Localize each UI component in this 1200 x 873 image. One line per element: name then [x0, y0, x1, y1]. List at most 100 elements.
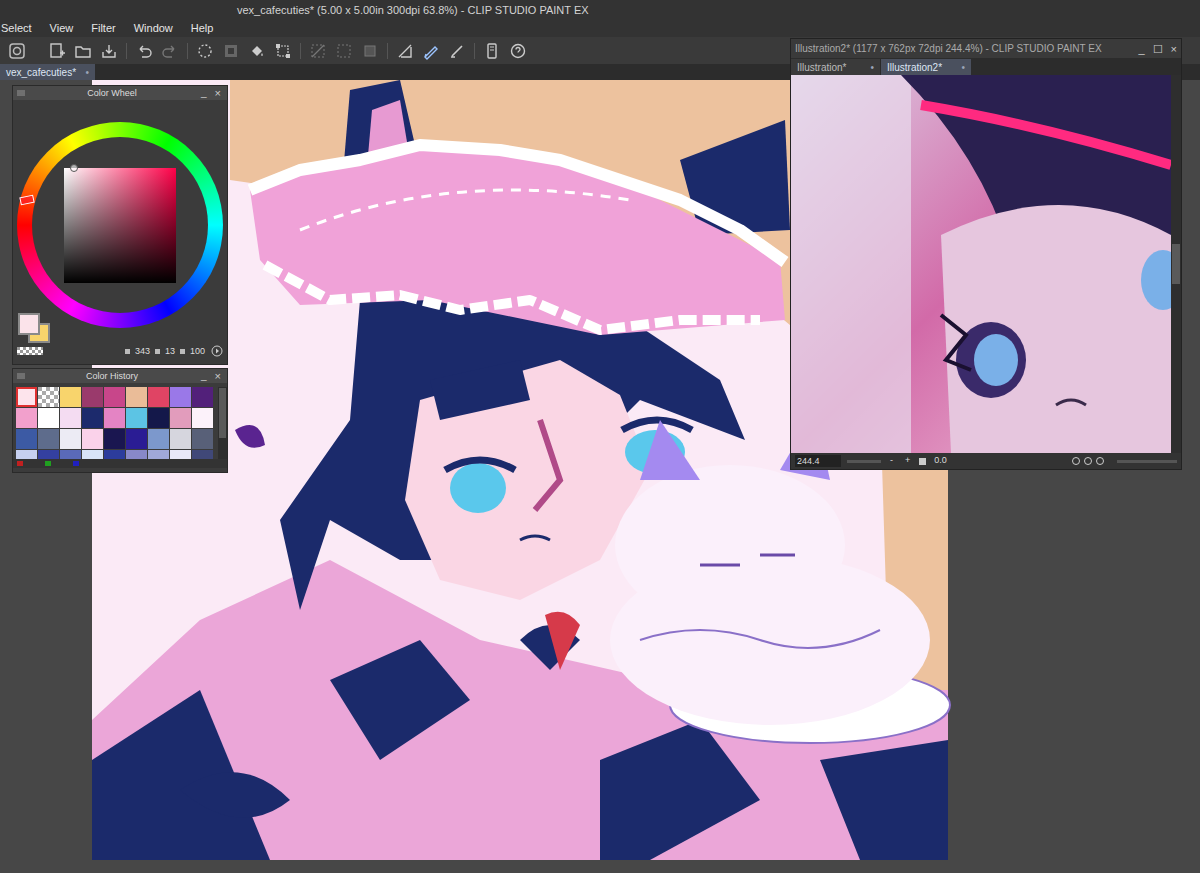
window-control-button[interactable]: _ [1137, 42, 1145, 56]
transparent-color-icon[interactable] [17, 347, 43, 355]
main-color-swatch[interactable] [18, 313, 40, 335]
rotation-field[interactable]: 0.0 [932, 454, 949, 468]
help-icon[interactable] [509, 42, 527, 60]
panel-title: Color History [29, 370, 195, 382]
color-swatch[interactable] [104, 387, 125, 407]
color-swatch[interactable] [82, 429, 103, 449]
color-swatch[interactable] [60, 408, 81, 428]
color-swatch[interactable] [60, 429, 81, 449]
scrollbar[interactable] [218, 387, 227, 459]
hsv-value[interactable]: 343 [135, 345, 150, 357]
color-swatch[interactable] [170, 450, 191, 459]
color-swatch[interactable] [38, 387, 59, 407]
window-control-button[interactable]: × [1170, 42, 1178, 56]
color-swatch[interactable] [60, 387, 81, 407]
new-file-icon[interactable] [48, 42, 66, 60]
color-swatch[interactable] [148, 450, 169, 459]
zoom-in-button[interactable]: + [902, 454, 913, 468]
rotate-buttons-icon[interactable] [1071, 456, 1111, 466]
ruler-icon[interactable] [396, 42, 414, 60]
window-controls: _ ☐ × [1137, 42, 1178, 56]
brush-icon[interactable] [448, 42, 466, 60]
color-swatch[interactable] [104, 429, 125, 449]
grip-icon[interactable] [17, 373, 25, 379]
fit-icon[interactable] [919, 458, 926, 465]
hsv-value[interactable]: 100 [190, 345, 205, 357]
panel-title: Color Wheel [29, 87, 195, 99]
undo-icon[interactable] [135, 42, 153, 60]
color-swatch[interactable] [16, 387, 37, 407]
hsv-value[interactable]: 13 [165, 345, 175, 357]
color-swatch[interactable] [104, 450, 125, 459]
transform-icon[interactable] [274, 42, 292, 60]
zoom-field[interactable]: 244.4 [795, 455, 841, 467]
invert-selection-icon[interactable] [335, 42, 353, 60]
deselect-icon[interactable] [309, 42, 327, 60]
color-swatch[interactable] [60, 450, 81, 459]
color-swatch[interactable] [170, 408, 191, 428]
color-swatch[interactable] [16, 450, 37, 459]
expand-selection-icon[interactable] [361, 42, 379, 60]
redo-icon[interactable] [161, 42, 179, 60]
app-logo-icon[interactable] [8, 42, 26, 60]
picker-marker[interactable] [70, 164, 78, 172]
menu-item[interactable]: Filter [91, 20, 115, 37]
tab-label: vex_cafecuties* [6, 65, 77, 80]
clear-icon[interactable] [196, 42, 214, 60]
tab[interactable]: Illustration2*• [881, 59, 971, 75]
open-folder-icon[interactable] [74, 42, 92, 60]
close-button[interactable]: × [213, 370, 223, 382]
color-swatch[interactable] [126, 408, 147, 428]
saturation-value-square[interactable] [64, 168, 176, 283]
menu-item[interactable]: View [50, 20, 74, 37]
color-swatch[interactable] [126, 450, 147, 459]
color-swatch[interactable] [148, 408, 169, 428]
minimize-button[interactable]: _ [199, 87, 209, 99]
close-button[interactable]: × [213, 87, 223, 99]
tab-modified-mark: • [961, 60, 965, 75]
color-swatch[interactable] [192, 450, 213, 459]
hue-ring[interactable] [17, 122, 223, 328]
tab[interactable]: Illustration*• [791, 59, 881, 75]
color-swatch[interactable] [38, 450, 59, 459]
window-control-button[interactable]: ☐ [1152, 42, 1164, 56]
rotation-slider[interactable] [1117, 460, 1177, 463]
menu-item[interactable]: Help [191, 20, 214, 37]
color-swatch[interactable] [16, 429, 37, 449]
color-swatch[interactable] [148, 429, 169, 449]
color-swatch[interactable] [104, 408, 125, 428]
menu-item[interactable]: Window [134, 20, 173, 37]
color-swatch[interactable] [126, 429, 147, 449]
pen-icon[interactable] [422, 42, 440, 60]
value-icon [155, 349, 160, 354]
color-swatch[interactable] [170, 387, 191, 407]
device-icon[interactable] [483, 42, 501, 60]
color-swatch[interactable] [126, 387, 147, 407]
scrollbar[interactable] [1171, 75, 1181, 453]
color-swatch[interactable] [192, 387, 213, 407]
color-swatch[interactable] [170, 429, 191, 449]
play-icon[interactable] [211, 345, 223, 357]
color-swatch[interactable] [82, 408, 103, 428]
tab[interactable]: vex_cafecuties*• [0, 64, 95, 80]
main-sub-colors[interactable] [18, 313, 52, 343]
fill-icon[interactable] [248, 42, 266, 60]
hue-marker[interactable] [19, 195, 34, 206]
menu-item[interactable]: Select [1, 20, 32, 37]
color-swatch[interactable] [38, 429, 59, 449]
color-wheel-panel: Color Wheel _ × 343 13 100 [12, 85, 228, 365]
color-swatch[interactable] [82, 450, 103, 459]
minimize-button[interactable]: _ [199, 370, 209, 382]
color-swatch[interactable] [192, 408, 213, 428]
color-swatch[interactable] [148, 387, 169, 407]
menu-bar: Select View Filter Window Help [0, 20, 1200, 37]
zoom-out-button[interactable]: - [887, 454, 896, 468]
sub-view-window: Illustration2* (1177 x 762px 72dpi 244.4… [790, 38, 1182, 470]
color-swatch[interactable] [82, 387, 103, 407]
save-icon[interactable] [100, 42, 118, 60]
color-swatch[interactable] [16, 408, 37, 428]
grip-icon[interactable] [17, 90, 25, 96]
color-swatch[interactable] [38, 408, 59, 428]
clear-outside-icon[interactable] [222, 42, 240, 60]
color-swatch[interactable] [192, 429, 213, 449]
